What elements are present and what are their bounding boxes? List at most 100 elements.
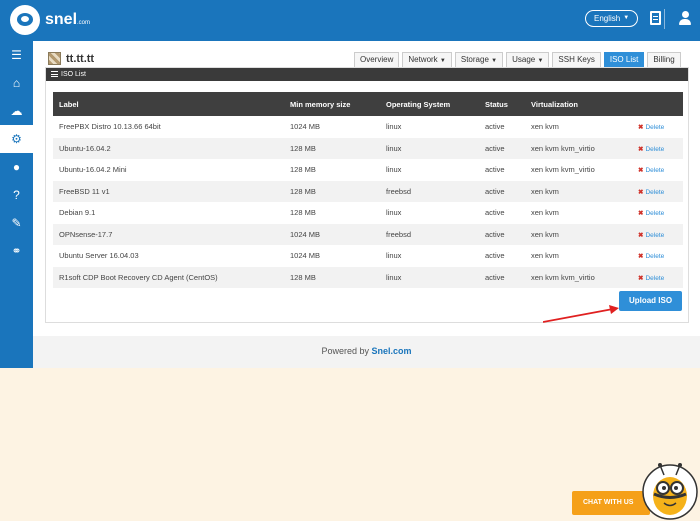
cell-virtualization: xen kvm kvm_virtio	[531, 165, 595, 175]
tab-iso-list[interactable]: ISO List	[603, 52, 645, 67]
brand-logo[interactable]: snel.com	[10, 5, 90, 35]
footer-brand-link[interactable]: Snel.com	[372, 346, 412, 356]
delete-link[interactable]: ✖ Delete	[638, 146, 664, 153]
tab-usage[interactable]: Usage ▼	[506, 52, 550, 67]
cell-virtualization: xen kvm kvm_virtio	[531, 272, 595, 282]
tab-ssh-keys[interactable]: SSH Keys	[552, 52, 601, 67]
link-icon[interactable]: ⚭	[0, 237, 33, 265]
list-icon	[51, 71, 58, 77]
tab-network[interactable]: Network ▼	[402, 52, 452, 67]
delete-link[interactable]: ✖ Delete	[638, 210, 664, 217]
cell-os: linux	[386, 251, 402, 261]
help-icon[interactable]: ?	[0, 181, 33, 209]
cell-virtualization: xen kvm	[531, 208, 559, 218]
cell-status: active	[485, 208, 505, 218]
panel-header: ISO List	[46, 68, 688, 81]
footer: Powered by Snel.com	[33, 336, 700, 368]
cell-memory: 1024 MB	[290, 229, 321, 239]
upload-iso-button[interactable]: Upload ISO	[619, 291, 682, 311]
delete-link[interactable]: ✖ Delete	[638, 167, 664, 174]
table-row: Ubuntu Server 16.04.03 1024 MB linux act…	[53, 245, 683, 267]
cell-memory: 128 MB	[290, 186, 316, 196]
bee-mascot-icon[interactable]	[640, 459, 700, 521]
tab-overview[interactable]: Overview	[354, 52, 400, 67]
tab-billing[interactable]: Billing	[647, 52, 681, 67]
cell-label: R1soft CDP Boot Recovery CD Agent (CentO…	[59, 272, 218, 282]
table-row: FreePBX Distro 10.13.66 64bit 1024 MB li…	[53, 116, 683, 138]
brand-suffix: .com	[77, 20, 91, 26]
cell-virtualization: xen kvm	[531, 229, 559, 239]
delete-x-icon: ✖	[638, 231, 644, 239]
delete-link[interactable]: ✖ Delete	[638, 232, 664, 239]
gear-icon[interactable]: ⚙	[0, 125, 33, 153]
caret-down-icon: ▼	[439, 58, 446, 64]
delete-x-icon: ✖	[638, 274, 644, 282]
server-tabs: Overview Network ▼ Storage ▼ Usage ▼ SSH…	[354, 52, 681, 67]
iso-list-panel: ISO List Label Min memory size Operating…	[45, 67, 689, 323]
cell-status: active	[485, 122, 505, 132]
table-row: Ubuntu-16.04.2 Mini 128 MB linux active …	[53, 159, 683, 181]
pencil-icon[interactable]: ✎	[0, 209, 33, 237]
header-divider	[664, 9, 665, 29]
cell-label: Ubuntu Server 16.04.03	[59, 251, 139, 261]
delete-link[interactable]: ✖ Delete	[638, 253, 664, 260]
cell-label: OPNsense-17.7	[59, 229, 113, 239]
home-icon[interactable]: ⌂	[0, 69, 33, 97]
delete-link[interactable]: ✖ Delete	[638, 275, 664, 282]
menu-icon[interactable]: ☰	[0, 41, 33, 69]
cell-status: active	[485, 251, 505, 261]
top-navbar: snel.com English ▼	[0, 0, 700, 41]
server-icon	[48, 52, 61, 65]
column-header-actions	[632, 92, 683, 116]
cell-status: active	[485, 186, 505, 196]
user-icon[interactable]	[678, 10, 692, 26]
cell-memory: 1024 MB	[290, 251, 321, 261]
column-header-status: Status	[485, 99, 508, 109]
red-arrow-annotation	[543, 305, 619, 323]
language-selector[interactable]: English ▼	[585, 10, 639, 27]
cell-memory: 128 MB	[290, 165, 316, 175]
document-icon[interactable]	[650, 11, 661, 25]
cell-label: Debian 9.1	[59, 208, 96, 218]
delete-x-icon: ✖	[638, 253, 644, 261]
delete-x-icon: ✖	[638, 167, 644, 175]
column-header-memory: Min memory size	[290, 99, 351, 109]
language-label: English	[594, 14, 621, 23]
delete-x-icon: ✖	[638, 124, 644, 132]
caret-down-icon: ▼	[491, 58, 498, 64]
column-header-os: Operating System	[386, 99, 451, 109]
column-header-virtualization: Virtualization	[531, 99, 578, 109]
cell-virtualization: xen kvm	[531, 186, 559, 196]
cell-status: active	[485, 272, 505, 282]
caret-down-icon: ▼	[623, 15, 630, 21]
delete-x-icon: ✖	[638, 145, 644, 153]
cell-memory: 128 MB	[290, 208, 316, 218]
cell-os: linux	[386, 272, 402, 282]
main-content: tt.tt.tt Overview Network ▼ Storage ▼ Us…	[33, 41, 700, 336]
cell-memory: 1024 MB	[290, 122, 321, 132]
cell-status: active	[485, 165, 505, 175]
user-icon[interactable]: ●	[0, 153, 33, 181]
footer-text: Powered by	[321, 346, 369, 356]
cell-os: linux	[386, 208, 402, 218]
cell-label: Ubuntu-16.04.2 Mini	[59, 165, 127, 175]
delete-link[interactable]: ✖ Delete	[638, 124, 664, 131]
cell-label: FreePBX Distro 10.13.66 64bit	[59, 122, 161, 132]
cell-label: FreeBSD 11 v1	[59, 186, 110, 196]
cell-virtualization: xen kvm kvm_virtio	[531, 143, 595, 153]
column-header-label: Label	[59, 99, 79, 109]
cell-virtualization: xen kvm	[531, 122, 559, 132]
delete-link[interactable]: ✖ Delete	[638, 189, 664, 196]
table-row: FreeBSD 11 v1 128 MB freebsd active xen …	[53, 180, 683, 202]
table-row: Ubuntu-16.04.2 128 MB linux active xen k…	[53, 137, 683, 159]
cell-os: freebsd	[386, 186, 412, 196]
cloud-icon[interactable]: ☁	[0, 97, 33, 125]
table-row: R1soft CDP Boot Recovery CD Agent (CentO…	[53, 266, 683, 288]
tab-storage[interactable]: Storage ▼	[454, 52, 504, 67]
sidebar: ☰ ⌂ ☁ ⚙ ● ? ✎ ⚭	[0, 41, 33, 368]
table-row: OPNsense-17.7 1024 MB freebsd active xen…	[53, 223, 683, 245]
delete-x-icon: ✖	[638, 188, 644, 196]
chat-button[interactable]: CHAT WITH US	[572, 491, 650, 515]
cell-virtualization: xen kvm	[531, 251, 559, 261]
table-row: Debian 9.1 128 MB linux active xen kvm ✖…	[53, 202, 683, 224]
